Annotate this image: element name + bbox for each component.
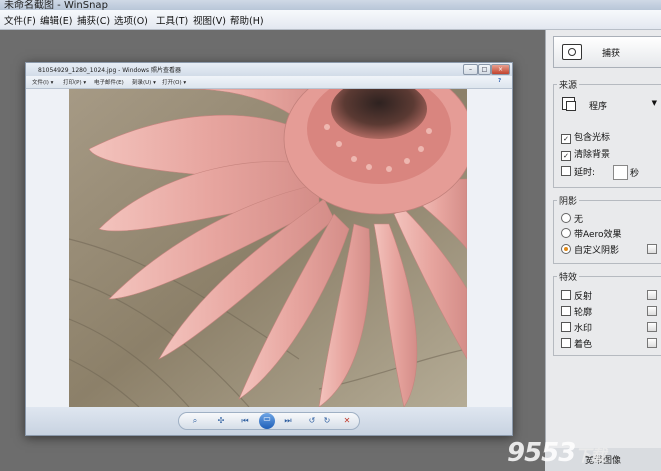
viewer-menu-file[interactable]: 文件(I) ▾ — [32, 78, 53, 86]
viewer-toolbar: 文件(I) ▾ 打印(P) ▾ 电子邮件(E) 刻录(U) ▾ 打开(O) ▾ … — [26, 76, 512, 89]
help-icon[interactable]: ? — [498, 78, 501, 84]
menu-view[interactable]: 视图(V) — [193, 13, 226, 27]
flower-photo — [69, 89, 467, 407]
effect-outline-checkbox[interactable]: 轮廓 — [561, 305, 592, 318]
checkbox-unchecked — [561, 306, 571, 316]
radio-off — [561, 213, 571, 223]
viewer-title: 81054929_1280_1024.jpg - Windows 照片查看器 — [38, 67, 181, 74]
shadow-group-title: 阴影 — [557, 194, 580, 207]
delay-unit: 秒 — [630, 169, 640, 179]
app-title: 未命名截图 - WinSnap — [4, 0, 108, 10]
site-watermark-logo: 9553下载 — [507, 438, 606, 468]
reflection-settings-button[interactable] — [647, 290, 657, 300]
menu-capture[interactable]: 捕获(C) — [77, 13, 110, 27]
camera-icon — [562, 44, 582, 60]
effects-group: 特效 反射 轮廓 水印 着色 — [553, 270, 661, 356]
checkbox-unchecked — [561, 338, 571, 348]
include-cursor-checkbox[interactable]: ✓ 包含光标 — [561, 130, 610, 144]
viewer-controls: ⌕ ✣ ⏮ ▭ ⏭ ↺ ↻ ✕ — [178, 412, 360, 430]
shadow-aero-radio[interactable]: 带Aero效果 — [561, 227, 622, 240]
shadow-group: 阴影 无 带Aero效果 自定义阴影 — [553, 194, 661, 264]
tint-settings-button[interactable] — [647, 338, 657, 348]
maximize-button[interactable]: □ — [478, 64, 491, 75]
next-icon[interactable]: ⏭ — [282, 415, 294, 427]
minimize-button[interactable]: – — [463, 64, 478, 75]
effect-reflection-checkbox[interactable]: 反射 — [561, 289, 592, 302]
app-title-bar: 未命名截图 - WinSnap — [0, 0, 661, 10]
previous-icon[interactable]: ⏮ — [239, 415, 251, 427]
shadow-none-radio[interactable]: 无 — [561, 212, 583, 225]
slideshow-button[interactable]: ▭ — [259, 413, 275, 429]
shadow-settings-button[interactable] — [647, 244, 657, 254]
effect-watermark-checkbox[interactable]: 水印 — [561, 321, 592, 334]
checkbox-unchecked — [561, 166, 571, 176]
zoom-icon[interactable]: ⌕ — [189, 415, 201, 427]
viewer-menu-open[interactable]: 打开(O) ▾ — [162, 78, 186, 86]
checkbox-checked: ✓ — [561, 151, 571, 161]
settings-panel: 捕获 来源 程序 ▼ ✓ 包含光标 ✓ 清除背景 延时: 秒 阴影 无 带Aero效… — [545, 30, 661, 471]
close-button[interactable]: × — [491, 64, 510, 75]
capture-label: 捕获 — [602, 49, 621, 59]
viewer-controls-bar: ⌕ ✣ ⏮ ▭ ⏭ ↺ ↻ ✕ — [26, 407, 512, 435]
viewer-menu-print[interactable]: 打印(P) ▾ — [63, 78, 86, 86]
menu-file[interactable]: 文件(F) — [4, 13, 36, 27]
delay-checkbox[interactable]: 延时: — [561, 165, 595, 178]
source-dropdown[interactable]: 程序 ▼ — [559, 95, 659, 113]
viewer-menu-email[interactable]: 电子邮件(E) — [94, 78, 124, 86]
photo-viewer-window: 81054929_1280_1024.jpg - Windows 照片查看器 –… — [25, 62, 513, 436]
checkbox-unchecked — [561, 290, 571, 300]
watermark-settings-button[interactable] — [647, 322, 657, 332]
source-group-title: 来源 — [557, 78, 580, 91]
viewer-menu-burn[interactable]: 刻录(U) ▾ — [132, 78, 156, 86]
effects-group-title: 特效 — [557, 270, 580, 283]
checkbox-unchecked — [561, 322, 571, 332]
outline-settings-button[interactable] — [647, 306, 657, 316]
rotate-right-icon[interactable]: ↻ — [321, 415, 333, 427]
menu-help[interactable]: 帮助(H) — [230, 13, 264, 27]
clear-background-checkbox[interactable]: ✓ 清除背景 — [561, 147, 610, 161]
capture-button[interactable]: 捕获 — [553, 36, 661, 68]
window-icon — [562, 97, 576, 111]
source-group: 来源 程序 ▼ ✓ 包含光标 ✓ 清除背景 延时: 秒 — [553, 78, 661, 188]
source-selected: 程序 — [589, 102, 608, 112]
menu-edit[interactable]: 编辑(E) — [40, 13, 72, 27]
viewer-image-area — [26, 89, 512, 407]
checkbox-checked: ✓ — [561, 134, 571, 144]
shadow-custom-radio[interactable]: 自定义阴影 — [561, 243, 619, 256]
radio-off — [561, 228, 571, 238]
rotate-left-icon[interactable]: ↺ — [306, 415, 318, 427]
menu-tools[interactable]: 工具(T) — [156, 13, 188, 27]
fit-window-icon[interactable]: ✣ — [215, 415, 227, 427]
menu-options[interactable]: 选项(O) — [114, 13, 148, 27]
chevron-down-icon: ▼ — [651, 99, 657, 107]
radio-on — [561, 244, 571, 254]
delete-icon[interactable]: ✕ — [341, 415, 353, 427]
effect-tint-checkbox[interactable]: 着色 — [561, 337, 592, 350]
menu-bar: 文件(F) 编辑(E) 捕获(C) 选项(O) 工具(T) 视图(V) 帮助(H… — [0, 10, 661, 30]
delay-spinner[interactable] — [613, 165, 628, 180]
viewer-title-bar: 81054929_1280_1024.jpg - Windows 照片查看器 –… — [26, 63, 512, 76]
